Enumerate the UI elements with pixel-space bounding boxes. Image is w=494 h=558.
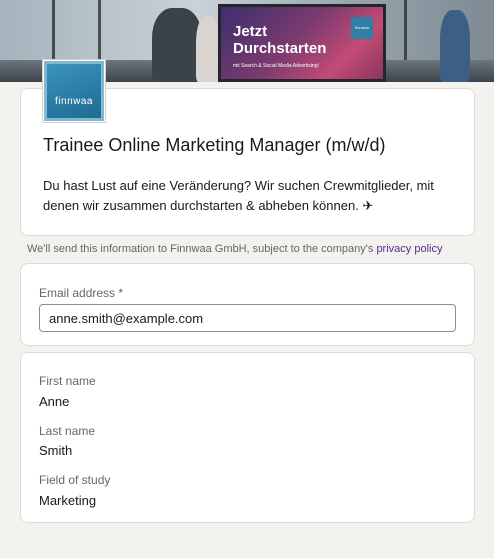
banner-person [152,8,202,82]
job-description: Du hast Lust auf eine Veränderung? Wir s… [43,176,443,216]
billboard-subtitle: mit Search & Social Media Advertising! [233,63,319,69]
last-name-value: Smith [39,443,73,458]
privacy-notice: We'll send this information to Finnwaa G… [27,243,442,255]
banner-person [440,10,470,82]
company-logo: finnwaa [42,59,106,123]
banner-billboard: finnwaa Jetzt Durchstarten mit Search & … [218,4,386,82]
privacy-policy-link[interactable]: privacy policy [376,243,442,255]
job-title: Trainee Online Marketing Manager (m/w/d) [43,135,386,155]
banner-person [196,16,220,82]
billboard-logo: finnwaa [351,17,373,39]
billboard-headline: Jetzt [233,23,268,40]
email-label: Email address * [39,286,124,300]
field-of-study-value: Marketing [39,493,97,508]
first-name-value: Anne [39,394,70,409]
company-logo-text: finnwaa [55,96,93,107]
company-logo-mark: finnwaa [44,61,104,121]
first-name-label: First name [39,374,96,388]
profile-info-card: First name Anne Last name Smith Field of… [20,352,475,523]
billboard-headline: Durchstarten [233,40,327,57]
field-of-study-label: Field of study [39,473,111,487]
airplane-icon: ✈ [362,198,374,213]
email-field[interactable] [39,304,456,332]
last-name-label: Last name [39,424,96,438]
email-card: Email address * [20,263,475,346]
job-description-text: Du hast Lust auf eine Veränderung? Wir s… [43,178,434,213]
privacy-notice-text: We'll send this information to Finnwaa G… [27,243,377,255]
